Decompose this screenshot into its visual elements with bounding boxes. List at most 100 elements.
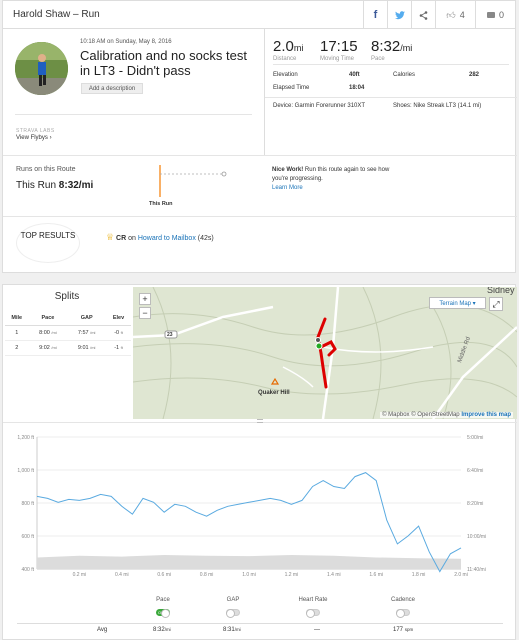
column-header-gap: GAP <box>67 311 107 326</box>
divider <box>273 64 509 65</box>
divider <box>3 155 517 156</box>
split-pace: 9:02 /mi <box>28 340 68 356</box>
splits-title: Splits <box>54 291 80 302</box>
nice-work-heading: Nice Work! <box>272 167 304 173</box>
pace-toggle-label: Pace <box>156 597 170 603</box>
top-results-label: TOP RESULTS <box>16 223 80 263</box>
kudos-button[interactable]: 👍︎ 4 <box>435 1 475 29</box>
resize-handle[interactable] <box>257 419 263 423</box>
avg-heart-rate: — <box>314 627 320 633</box>
split-gap: 7:57 /mi <box>67 325 107 341</box>
split-pace: 8:00 /mi <box>28 325 68 341</box>
twitter-share-button[interactable] <box>387 1 411 29</box>
add-description-button[interactable]: Add a description <box>81 83 143 94</box>
route-map[interactable]: 23 Quaker Hill Sidney Middle Rd + − Terr… <box>133 287 517 419</box>
pace-switch-state: ON <box>158 610 164 615</box>
x-tick-label: 0.8 mi <box>200 572 214 578</box>
split-mile: 1 <box>5 325 29 341</box>
distance-value: 2.0 <box>273 38 294 55</box>
share-button[interactable] <box>411 1 435 29</box>
y-tick-label: 800 ft <box>21 501 34 507</box>
elapsed-time-value: 18:04 <box>349 85 365 91</box>
route-comparison-graph <box>159 165 227 197</box>
pace-tick-label: 8:20/mi <box>467 501 483 507</box>
facebook-share-button[interactable]: f <box>363 1 387 29</box>
splits-table: Mile Pace GAP Elev 1 8:00 /mi 7:57 /mi -… <box>5 311 131 356</box>
learn-more-link[interactable]: Learn More <box>272 185 303 191</box>
calories-label: Calories <box>393 72 416 78</box>
x-tick-label: 1.4 mi <box>327 572 341 578</box>
x-tick-label: 1.2 mi <box>285 572 299 578</box>
avg-label: Avg <box>97 627 108 633</box>
comment-count: 0 <box>498 10 504 20</box>
cr-label: CR <box>116 235 127 242</box>
heart-rate-toggle[interactable]: Heart Rate <box>293 597 333 618</box>
divider <box>265 97 517 98</box>
cadence-toggle[interactable]: Cadence <box>383 597 423 618</box>
distance-label: Distance <box>273 56 297 62</box>
terrain-map-dropdown[interactable]: Terrain Map ▾ <box>429 297 486 309</box>
column-header-mile: Mile <box>5 311 29 326</box>
place-quaker-hill: Quaker Hill <box>258 390 290 396</box>
cr-on-text: on <box>126 235 138 242</box>
x-tick-label: 1.0 mi <box>242 572 256 578</box>
split-mile: 2 <box>5 340 29 356</box>
divider <box>3 216 517 217</box>
shoes-info[interactable]: Shoes: Nike Streak LT3 (14.1 mi) <box>393 103 481 109</box>
x-tick-label: 2.0 mi <box>454 572 468 578</box>
table-row[interactable]: 1 8:00 /mi 7:57 /mi -0 ft <box>5 325 131 341</box>
improve-map-link[interactable]: Improve this map <box>461 412 511 418</box>
segment-link[interactable]: Howard to Mailbox <box>138 235 196 242</box>
elevation-value: 40ft <box>349 72 360 78</box>
elevation-label: Elevation <box>273 72 298 78</box>
kudos-count: 4 <box>459 10 465 20</box>
heart-rate-switch[interactable] <box>306 609 320 618</box>
this-run-summary: This Run 8:32/mi <box>16 180 93 191</box>
cadence-switch[interactable] <box>396 609 410 618</box>
divider <box>264 29 265 155</box>
gap-toggle[interactable]: GAP <box>218 597 248 618</box>
elevation-pace-chart[interactable]: 1,200 ft 1,000 ft 800 ft 600 ft 400 ft 5:00/m… <box>3 428 517 583</box>
avg-gap: 8:31/mi <box>223 627 241 633</box>
gap-switch[interactable] <box>226 609 240 618</box>
cadence-toggle-label: Cadence <box>390 597 416 603</box>
view-flybys-link[interactable]: View Flybys › <box>16 135 52 141</box>
table-row[interactable]: 2 9:02 /mi 9:01 /mi -1 ft <box>5 340 131 356</box>
place-sidney: Sidney <box>487 287 515 295</box>
zoom-out-button[interactable]: − <box>139 307 151 319</box>
activity-header: Harold Shaw – Run f 👍︎ 4 0 <box>3 1 515 29</box>
comments-button[interactable]: 0 <box>475 1 515 29</box>
this-run-label: This Run <box>16 180 57 191</box>
device-info: Device: Garmin Forerunner 310XT <box>273 103 366 109</box>
expand-map-button[interactable]: ⤢ <box>489 297 503 311</box>
activity-analysis-card: Splits Mile Pace GAP Elev 1 8:00 /mi 7:5… <box>2 284 517 640</box>
this-run-marker-label: This Run <box>149 201 173 207</box>
attribution-text: © Mapbox © OpenStreetMap <box>382 412 462 418</box>
divider <box>15 114 252 115</box>
x-tick-label: 1.6 mi <box>369 572 383 578</box>
zoom-in-button[interactable]: + <box>139 293 151 305</box>
athlete-avatar[interactable] <box>15 42 68 95</box>
expand-icon: ⤢ <box>492 299 500 309</box>
y-tick-label: 1,000 ft <box>17 468 34 474</box>
activity-datetime: 10:18 AM on Sunday, May 8, 2016 <box>80 39 172 45</box>
comment-icon <box>486 12 495 18</box>
moving-time-value: 17:15 <box>320 38 358 55</box>
heart-rate-toggle-label: Heart Rate <box>298 597 328 603</box>
moving-time-label: Moving Time <box>320 56 355 62</box>
split-elev: -1 ft <box>106 340 131 356</box>
activity-summary-card: Harold Shaw – Run f 👍︎ 4 0 10:18 AM on S… <box>2 0 517 273</box>
split-elev: -0 ft <box>106 325 131 341</box>
pace-value: 8:32 <box>371 38 401 55</box>
activity-title[interactable]: Calibration and no socks test in LT3 - D… <box>80 48 260 78</box>
pace-switch[interactable]: ON <box>156 609 170 618</box>
segment-time: (42s) <box>195 235 214 242</box>
twitter-icon <box>394 10 405 19</box>
stat-moving-time: 17:15 Moving Time <box>320 38 358 62</box>
pace-toggle[interactable]: Pace ON <box>148 597 178 618</box>
pace-tick-label: 6:40/mi <box>467 468 483 474</box>
gap-toggle-label: GAP <box>226 597 240 603</box>
split-gap: 9:01 /mi <box>67 340 107 356</box>
distance-unit: mi <box>293 43 304 53</box>
x-tick-label: 0.2 mi <box>73 572 87 578</box>
